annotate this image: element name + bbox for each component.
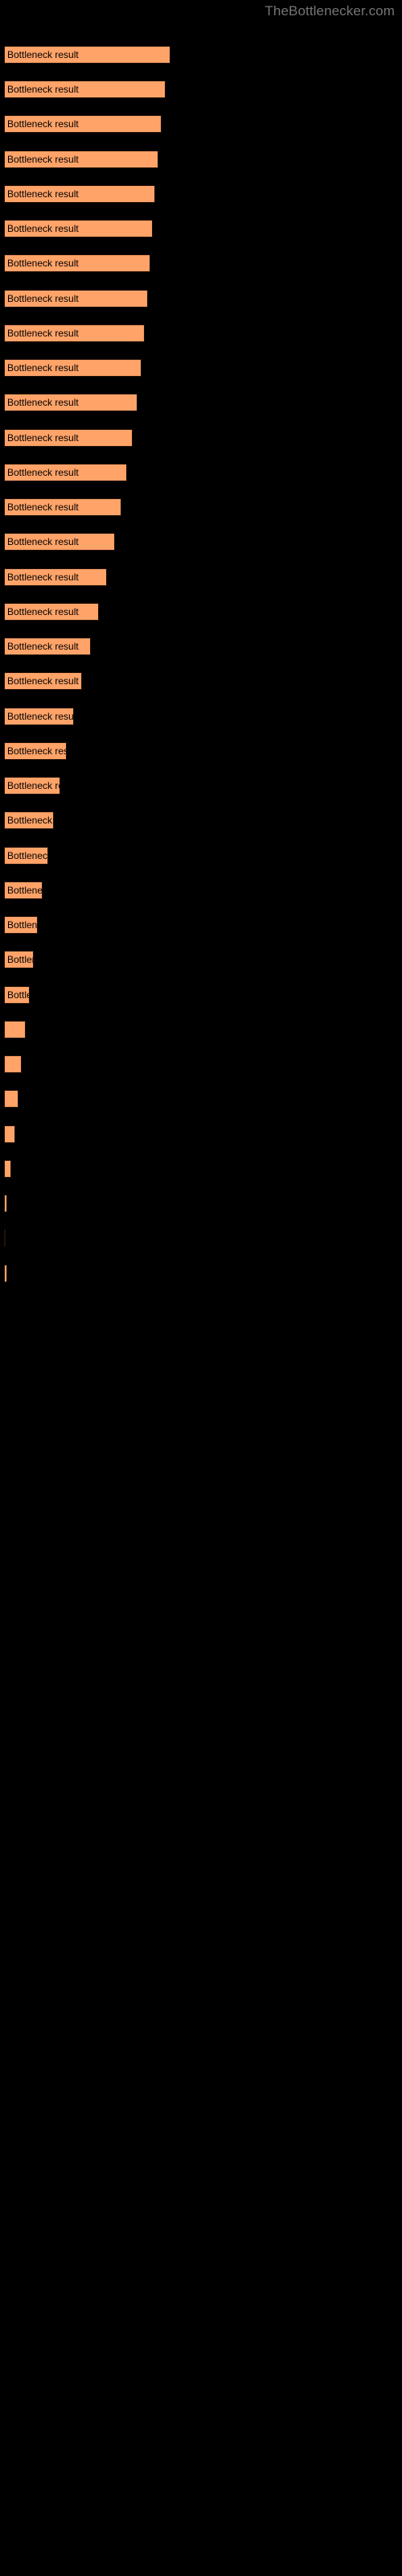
bar-fill[interactable] [4,46,170,64]
bar-fill[interactable] [4,603,99,621]
bar-row[interactable]: Bottleneck result [4,429,133,447]
bar-fill[interactable] [4,498,121,516]
bar-fill[interactable] [4,290,148,308]
bar-fill[interactable] [4,777,60,795]
bar-row[interactable]: Bottleneck result [4,951,34,968]
bar-fill[interactable] [4,811,54,829]
bar-fill[interactable] [4,80,166,98]
bar-row[interactable]: Bottleneck result [4,986,30,1004]
bar-row[interactable]: Bottleneck result [4,742,67,760]
bar-row[interactable]: Bottleneck result [4,1055,22,1073]
bar-row[interactable]: Bottleneck result [4,220,153,237]
bar-row[interactable]: Bottleneck result [4,80,166,98]
bar-row[interactable]: Bottleneck result [4,811,54,829]
bar-row[interactable]: Bottleneck result [4,847,48,865]
bar-fill[interactable] [4,1125,15,1143]
bar-row[interactable]: Bottleneck result [4,185,155,203]
bar-row[interactable]: Bottleneck result [4,708,74,725]
bar-row[interactable]: Bottleneck result [4,464,127,481]
bar-fill[interactable] [4,220,153,237]
bar-fill[interactable] [4,1265,7,1282]
bar-row[interactable]: Bottleneck result [4,394,137,411]
bar-row[interactable]: Bottleneck result [4,151,158,168]
bar-fill[interactable] [4,742,67,760]
bar-row[interactable]: Bottleneck result [4,324,145,342]
bar-row[interactable]: Bottleneck result [4,568,107,586]
bar-fill[interactable] [4,847,48,865]
bar-fill[interactable] [4,464,127,481]
bar-fill[interactable] [4,708,74,725]
bar-row[interactable]: Bottleneck result [4,46,170,64]
bar-row[interactable]: Bottleneck result [4,1265,7,1282]
bar-row[interactable]: Bottleneck result [4,533,115,551]
bar-row[interactable]: Bottleneck result [4,638,91,655]
bar-row[interactable]: Bottleneck result [4,498,121,516]
bar-row[interactable]: Bottleneck result [4,672,82,690]
bar-row[interactable]: Bottleneck result [4,1125,15,1143]
bar-fill[interactable] [4,394,137,411]
bar-row[interactable]: Bottleneck result [4,1090,18,1108]
bar-fill[interactable] [4,881,43,899]
bar-fill[interactable] [4,916,38,934]
bar-row[interactable]: Bottleneck result [4,1195,7,1212]
bar-fill[interactable] [4,324,145,342]
bar-row[interactable]: Bottleneck result [4,115,162,133]
bar-fill[interactable] [4,533,115,551]
bar-fill[interactable] [4,986,30,1004]
bar-row[interactable]: Bottleneck result [4,1160,11,1178]
bar-fill[interactable] [4,1160,11,1178]
bar-fill[interactable] [4,115,162,133]
bar-row[interactable]: Bottleneck result [4,359,142,377]
bar-fill[interactable] [4,672,82,690]
bar-fill[interactable] [4,638,91,655]
bar-fill[interactable] [4,151,158,168]
bar-fill[interactable] [4,1229,6,1247]
bar-fill[interactable] [4,359,142,377]
bottleneck-bar-chart: Bottleneck result Bottleneck result Bottle… [0,0,402,2576]
bar-fill[interactable] [4,1195,7,1212]
bar-fill[interactable] [4,254,150,272]
bar-row[interactable]: Bottleneck result [4,1229,6,1247]
page-canvas: TheBottlenecker.com Bottleneck result Bot… [0,0,402,2576]
bar-fill[interactable] [4,951,34,968]
bar-fill[interactable] [4,1090,18,1108]
bar-fill[interactable] [4,1021,26,1038]
bar-row[interactable]: Bottleneck result [4,603,99,621]
bar-fill[interactable] [4,429,133,447]
bar-fill[interactable] [4,185,155,203]
bar-row[interactable]: Bottleneck result [4,1021,26,1038]
bar-fill[interactable] [4,1055,22,1073]
bar-row[interactable]: Bottleneck result [4,290,148,308]
bar-row[interactable]: Bottleneck result [4,254,150,272]
bar-row[interactable]: Bottleneck result [4,777,60,795]
bar-row[interactable]: Bottleneck result [4,881,43,899]
bar-row[interactable]: Bottleneck result [4,916,38,934]
bar-fill[interactable] [4,568,107,586]
